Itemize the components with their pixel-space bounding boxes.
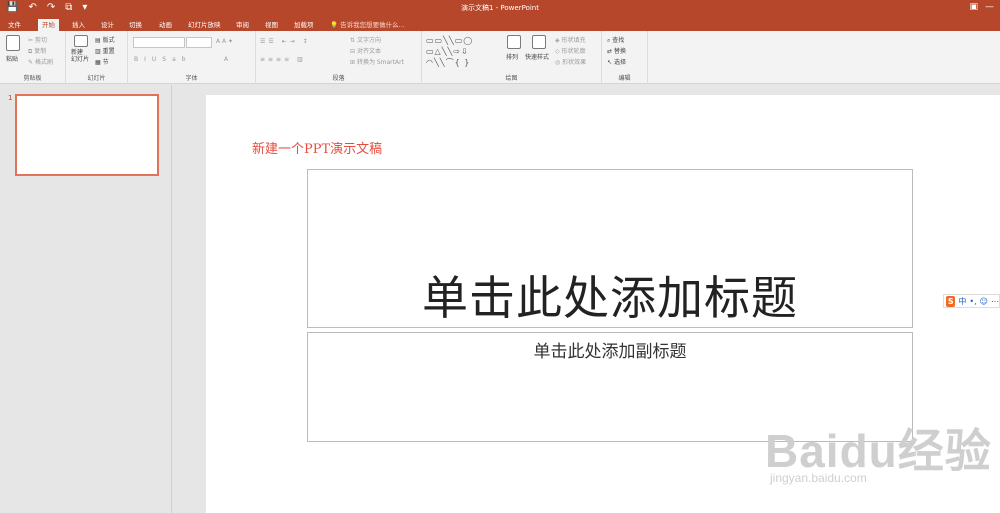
group-label-slides: 幻灯片 bbox=[87, 75, 106, 82]
arrange-icon[interactable] bbox=[507, 35, 521, 49]
watermark-url: jingyan.baidu.com bbox=[770, 471, 867, 485]
ribbon-display-icon[interactable]: ▣ bbox=[969, 2, 978, 12]
reset-button[interactable]: ▥ 重置 bbox=[95, 46, 115, 55]
group-label-drawing: 绘图 bbox=[505, 75, 518, 82]
select-button[interactable]: ↖ 选择 bbox=[607, 57, 626, 66]
ime-toolbar[interactable]: S 中 •, ☺ ⋯ bbox=[943, 294, 1000, 308]
baidu-watermark: Baidu经验 jingyan.baidu.com bbox=[765, 415, 992, 485]
ime-chinese-mode[interactable]: 中 bbox=[958, 296, 966, 307]
lightbulb-icon: 💡 bbox=[330, 21, 339, 29]
tab-design[interactable]: 设计 bbox=[97, 19, 118, 31]
copy-button[interactable]: ⧉ 复制 bbox=[28, 46, 46, 56]
font-size-input[interactable] bbox=[186, 37, 212, 48]
layout-button[interactable]: ▤ 版式 bbox=[95, 35, 115, 44]
group-clipboard: 粘贴 ✂ 剪切 ⧉ 复制 ✎ 格式刷 剪贴板 bbox=[0, 31, 66, 84]
window-title: 演示文稿1 - PowerPoint bbox=[461, 4, 539, 12]
slide-thumbnail-pane: 1 bbox=[0, 85, 172, 513]
title-placeholder-text: 单击此处添加标题 bbox=[422, 271, 798, 325]
quick-styles-button[interactable]: 快速样式 bbox=[525, 52, 549, 61]
align-buttons[interactable]: ≡≡≡≡ ▥ bbox=[260, 56, 306, 63]
tab-file[interactable]: 文件 bbox=[4, 19, 25, 31]
slide-thumbnail[interactable] bbox=[15, 94, 159, 176]
section-button[interactable]: ▦ 节 bbox=[95, 57, 109, 66]
shape-fill-button[interactable]: ◈ 形状填充 bbox=[555, 35, 586, 44]
format-painter-button[interactable]: ✎ 格式刷 bbox=[28, 57, 53, 66]
tab-addins[interactable]: 加载项 bbox=[290, 19, 318, 31]
tell-me-search[interactable]: 💡 告诉我您想要做什么... bbox=[330, 19, 405, 31]
list-buttons[interactable]: ☰☰ ⇤⇥ ↕ bbox=[260, 38, 311, 45]
text-direction-button[interactable]: ⇅ 文字方向 bbox=[350, 35, 381, 44]
arrange-button[interactable]: 排列 bbox=[506, 52, 518, 61]
group-drawing: ▭▭╲╲▭◯ ▭△╲╲⇨⇩ ◠╲╲⌒{ } 排列 快速样式 ◈ 形状填充 ◇ 形状轮… bbox=[422, 31, 602, 84]
group-label-font: 字体 bbox=[185, 75, 198, 82]
minimize-icon[interactable]: — bbox=[985, 2, 994, 12]
tab-insert[interactable]: 插入 bbox=[68, 19, 89, 31]
tab-animations[interactable]: 动画 bbox=[155, 19, 176, 31]
font-grow-shrink-icons[interactable]: A A ✦ bbox=[216, 38, 233, 45]
slide-number: 1 bbox=[8, 94, 13, 102]
replace-button[interactable]: ⇄ 替换 bbox=[607, 46, 626, 55]
group-paragraph: ☰☰ ⇤⇥ ↕ ≡≡≡≡ ▥ ⇅ 文字方向 ⊟ 对齐文本 ⊞ 转换为 Smart… bbox=[256, 31, 422, 84]
tab-review[interactable]: 审阅 bbox=[232, 19, 253, 31]
subtitle-placeholder-text: 单击此处添加副标题 bbox=[533, 342, 687, 362]
quick-styles-icon[interactable] bbox=[532, 35, 546, 49]
font-style-buttons[interactable]: BIUSab bbox=[134, 56, 192, 63]
group-label-paragraph: 段落 bbox=[332, 75, 345, 82]
ime-emoji-icon[interactable]: ☺ bbox=[980, 297, 988, 306]
font-name-input[interactable] bbox=[133, 37, 185, 48]
paste-button[interactable]: 粘贴 bbox=[6, 54, 18, 63]
paste-icon[interactable] bbox=[6, 35, 20, 51]
annotation-text: 新建一个PPT演示文稿 bbox=[252, 142, 383, 157]
title-placeholder[interactable]: 单击此处添加标题 bbox=[307, 169, 913, 328]
find-button[interactable]: ⌕ 查找 bbox=[607, 35, 624, 45]
new-slide-icon[interactable] bbox=[74, 35, 88, 47]
tab-home[interactable]: 开始 bbox=[38, 19, 59, 31]
shapes-gallery[interactable]: ▭▭╲╲▭◯ ▭△╲╲⇨⇩ ◠╲╲⌒{ } bbox=[426, 35, 473, 68]
tab-transitions[interactable]: 切换 bbox=[125, 19, 146, 31]
group-editing: ⌕ 查找 ⇄ 替换 ↖ 选择 编辑 bbox=[602, 31, 648, 84]
group-slides: 新建 幻灯片 ▤ 版式 ▥ 重置 ▦ 节 幻灯片 bbox=[66, 31, 128, 84]
align-text-button[interactable]: ⊟ 对齐文本 bbox=[350, 46, 381, 55]
sogou-icon[interactable]: S bbox=[946, 295, 956, 307]
cut-button[interactable]: ✂ 剪切 bbox=[28, 35, 47, 44]
group-label-clipboard: 剪贴板 bbox=[23, 75, 42, 82]
shape-effect-button[interactable]: ◎ 形状效果 bbox=[555, 57, 586, 66]
tab-slideshow[interactable]: 幻灯片放映 bbox=[184, 19, 225, 31]
ime-more-icon[interactable]: ⋯ bbox=[991, 297, 999, 306]
tab-view[interactable]: 视图 bbox=[261, 19, 282, 31]
font-color-icon[interactable]: A bbox=[224, 56, 228, 63]
ribbon: 粘贴 ✂ 剪切 ⧉ 复制 ✎ 格式刷 剪贴板 新建 幻灯片 ▤ 版式 ▥ 重置 … bbox=[0, 31, 1000, 84]
ribbon-tabs: 文件 开始 插入 设计 切换 动画 幻灯片放映 审阅 视图 加载项 💡 告诉我您… bbox=[0, 17, 1000, 31]
shape-outline-button[interactable]: ◇ 形状轮廓 bbox=[555, 46, 586, 55]
new-slide-button[interactable]: 新建 幻灯片 bbox=[71, 49, 89, 63]
group-label-editing: 编辑 bbox=[618, 75, 631, 82]
title-bar: 💾 ↶ ↷ ⧉ ▾ 演示文稿1 - PowerPoint ▣ — bbox=[0, 0, 1000, 17]
ime-punct-icon[interactable]: •, bbox=[969, 297, 976, 306]
smartart-button[interactable]: ⊞ 转换为 SmartArt bbox=[350, 57, 404, 66]
group-font: A A ✦ BIUSab A 字体 bbox=[128, 31, 256, 84]
